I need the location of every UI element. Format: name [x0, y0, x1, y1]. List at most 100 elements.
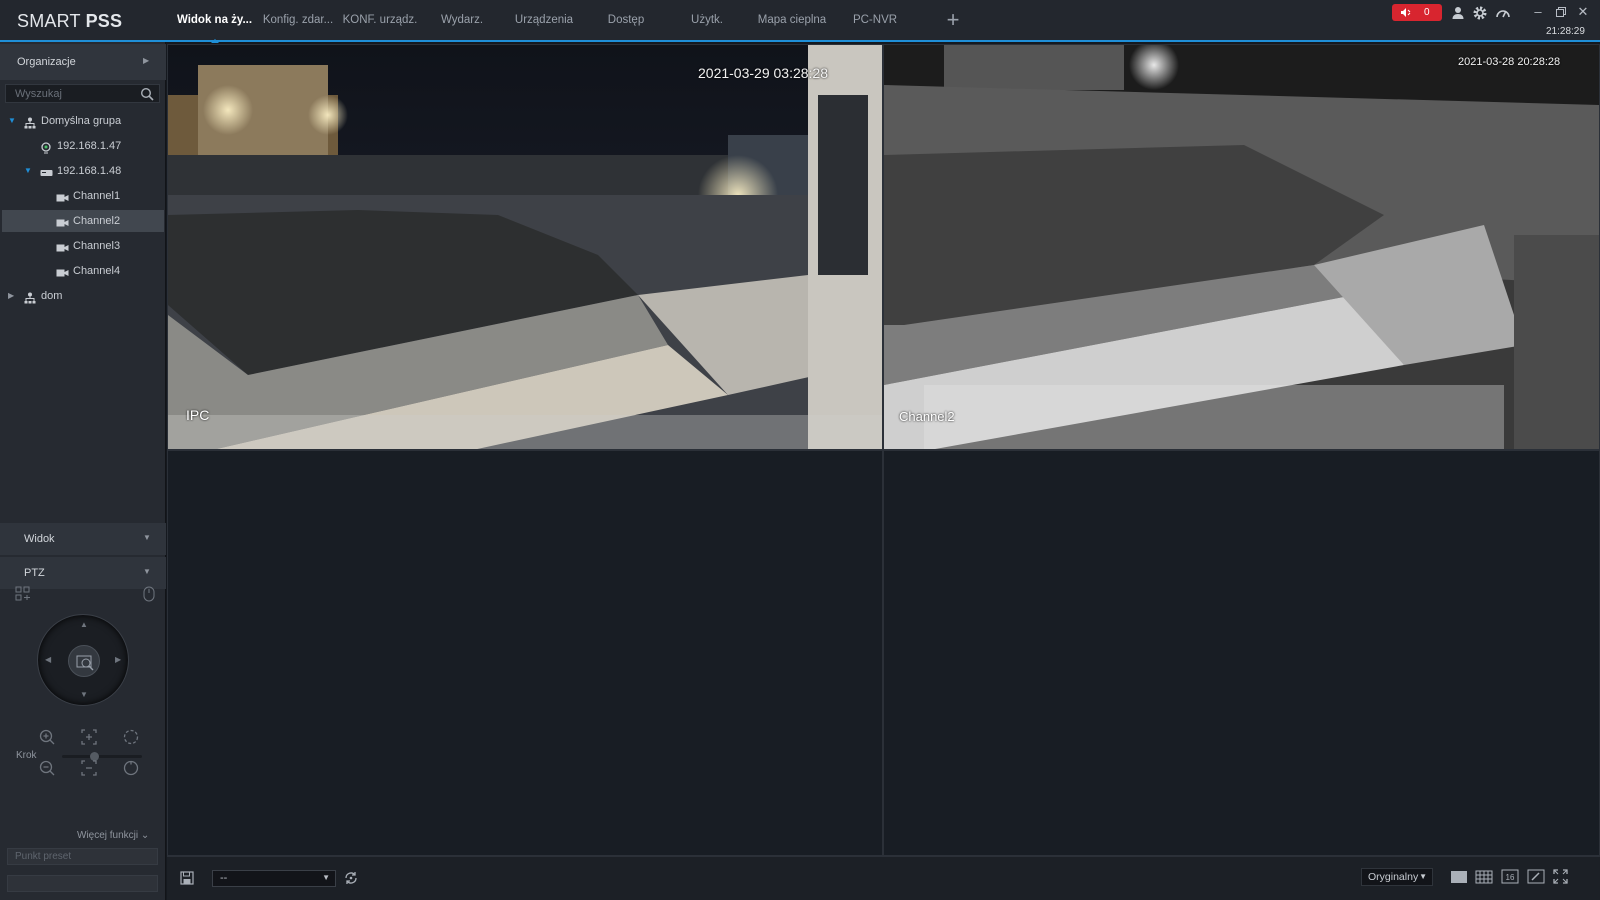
close-icon[interactable]: ✕	[1575, 4, 1591, 20]
view-layout-value: --	[220, 872, 228, 884]
tree-item-label: Channel1	[73, 190, 121, 202]
tree-item-label: Domyślna grupa	[41, 115, 122, 127]
ptz-up-icon[interactable]: ▲	[80, 620, 88, 629]
search-placeholder: Wyszukaj	[15, 88, 62, 100]
tab-6[interactable]: Użytk.	[667, 0, 747, 40]
ptz-down-icon[interactable]: ▼	[80, 690, 88, 699]
fullscreen-icon[interactable]	[1553, 869, 1568, 887]
aspect-ratio-select[interactable]: Oryginalny ▼	[1361, 868, 1433, 886]
ptz-layout-icon[interactable]	[15, 586, 31, 605]
tree-item[interactable]: ▶ dom	[2, 285, 164, 307]
mouse-control-icon[interactable]	[143, 586, 155, 605]
osd-channel-name: IPC	[186, 407, 210, 423]
tree-item-label: dom	[41, 290, 63, 302]
channel-camera-icon	[56, 240, 69, 262]
restore-icon[interactable]	[1553, 4, 1569, 20]
video-grid: 2021-03-29 03:28:28 IPC 2021-03-28 20:28…	[167, 44, 1600, 856]
ptz-left-icon[interactable]: ◀	[45, 655, 51, 664]
chevron-down-icon: ▼	[322, 873, 330, 882]
zoom-out-icon[interactable]	[38, 759, 56, 777]
expand-right-icon[interactable]: ▶	[8, 285, 14, 307]
alarm-badge[interactable]: 0	[1392, 4, 1442, 21]
focus-far-icon[interactable]	[80, 759, 98, 777]
organization-header[interactable]: Organizacje ▶	[0, 44, 166, 80]
tree-item-label: Channel3	[73, 240, 121, 252]
alarm-count: 0	[1424, 7, 1430, 18]
main-tabs: Widok na ży... Konfig. zdar... KONF. urząd…	[172, 0, 913, 43]
search-icon[interactable]	[140, 87, 154, 101]
zoom-in-icon[interactable]	[38, 728, 56, 746]
tree-item[interactable]: 192.168.1.47	[2, 135, 164, 157]
video-cell-4[interactable]	[883, 450, 1600, 856]
tree-item[interactable]: Channel4	[2, 260, 164, 282]
ptz-center-button[interactable]	[68, 645, 100, 677]
preset-select[interactable]: Punkt preset	[7, 848, 158, 865]
save-view-icon[interactable]	[180, 871, 194, 888]
view-layout-select[interactable]: -- ▼	[212, 870, 336, 887]
more-functions-label: Więcej funkcji	[77, 830, 139, 841]
preset-placeholder: Punkt preset	[15, 851, 72, 862]
tree-item-label: 192.168.1.48	[57, 165, 122, 177]
tree-item[interactable]: Channel2	[2, 210, 164, 232]
iris-close-icon[interactable]	[122, 759, 140, 777]
chevron-down-icon: ▼	[1419, 872, 1427, 881]
clock: 21:28:29	[1546, 26, 1585, 37]
nvr-device-icon	[40, 165, 53, 187]
tab-0[interactable]: Widok na ży...	[172, 0, 257, 43]
view-section-title: Widok	[24, 533, 55, 545]
view-section-header[interactable]: Widok ▼	[0, 523, 166, 555]
step-slider[interactable]	[62, 752, 142, 761]
tree-item[interactable]: Channel3	[2, 235, 164, 257]
top-bar: SMART PSS Widok na ży... Konfig. zdar... K…	[0, 0, 1600, 43]
tab-8[interactable]: PC-NVR	[837, 0, 913, 40]
tree-item-label: Channel2	[73, 215, 121, 227]
expand-down-icon[interactable]: ▼	[24, 160, 32, 182]
performance-icon[interactable]	[1495, 5, 1511, 21]
tree-item-label: Channel4	[73, 265, 121, 277]
smart-pss-window: SMART PSS Widok na ży... Konfig. zdar... K…	[0, 0, 1600, 900]
custom-layout-icon[interactable]	[1527, 869, 1545, 887]
tab-3[interactable]: Wydarz.	[421, 0, 503, 40]
user-icon[interactable]	[1450, 5, 1466, 21]
sixteen-view-icon[interactable]: 16	[1501, 869, 1519, 887]
tree-item-label: 192.168.1.47	[57, 140, 122, 152]
preset-secondary-field[interactable]	[7, 875, 158, 892]
ptz-right-icon[interactable]: ▶	[115, 655, 121, 664]
add-tab-button[interactable]: +	[942, 9, 964, 31]
tab-4[interactable]: Urządzenia	[503, 0, 585, 40]
settings-icon[interactable]	[1472, 5, 1488, 21]
focus-near-icon[interactable]	[80, 728, 98, 746]
search-input[interactable]: Wyszukaj	[5, 84, 160, 103]
chevron-down-icon: ⌄	[140, 830, 150, 841]
tour-cycle-icon[interactable]	[343, 870, 359, 889]
svg-text:16: 16	[1506, 873, 1515, 882]
group-icon	[24, 290, 36, 312]
step-label: Krok	[16, 750, 37, 761]
ptz-section-header[interactable]: PTZ ▼	[0, 557, 166, 589]
organization-title: Organizacje	[17, 56, 76, 68]
grid-view-icon[interactable]	[1475, 870, 1493, 887]
aspect-ratio-value: Oryginalny	[1368, 871, 1419, 883]
ipc-camera-icon	[40, 140, 52, 162]
chevron-down-icon: ▼	[143, 533, 151, 542]
tab-2[interactable]: KONF. urządz.	[339, 0, 421, 40]
video-cell-1[interactable]: 2021-03-29 03:28:28 IPC	[167, 44, 883, 450]
osd-timestamp: 2021-03-28 20:28:28	[1458, 56, 1561, 68]
tree-item[interactable]: Channel1	[2, 185, 164, 207]
tab-1[interactable]: Konfig. zdar...	[257, 0, 339, 40]
iris-open-icon[interactable]	[122, 728, 140, 746]
bottom-toolbar: -- ▼ Oryginalny ▼ 16	[167, 856, 1600, 900]
expand-down-icon[interactable]: ▼	[8, 110, 16, 132]
ptz-joystick[interactable]: ▲ ▼ ◀ ▶	[37, 614, 129, 706]
more-functions-button[interactable]: Więcej funkcji ⌄	[77, 830, 149, 841]
single-view-icon[interactable]	[1450, 870, 1468, 887]
tab-7[interactable]: Mapa cieplna	[747, 0, 837, 40]
tree-item[interactable]: ▼ Domyślna grupa	[2, 110, 164, 132]
osd-channel-name: Channel2	[899, 409, 955, 424]
minimize-icon[interactable]: –	[1530, 4, 1546, 20]
tab-5[interactable]: Dostęp	[585, 0, 667, 40]
tree-item[interactable]: ▼ 192.168.1.48	[2, 160, 164, 182]
video-cell-2[interactable]: 2021-03-28 20:28:28 Channel2	[883, 44, 1600, 450]
video-cell-3[interactable]	[167, 450, 883, 856]
zoom-to-area-icon	[76, 655, 94, 671]
